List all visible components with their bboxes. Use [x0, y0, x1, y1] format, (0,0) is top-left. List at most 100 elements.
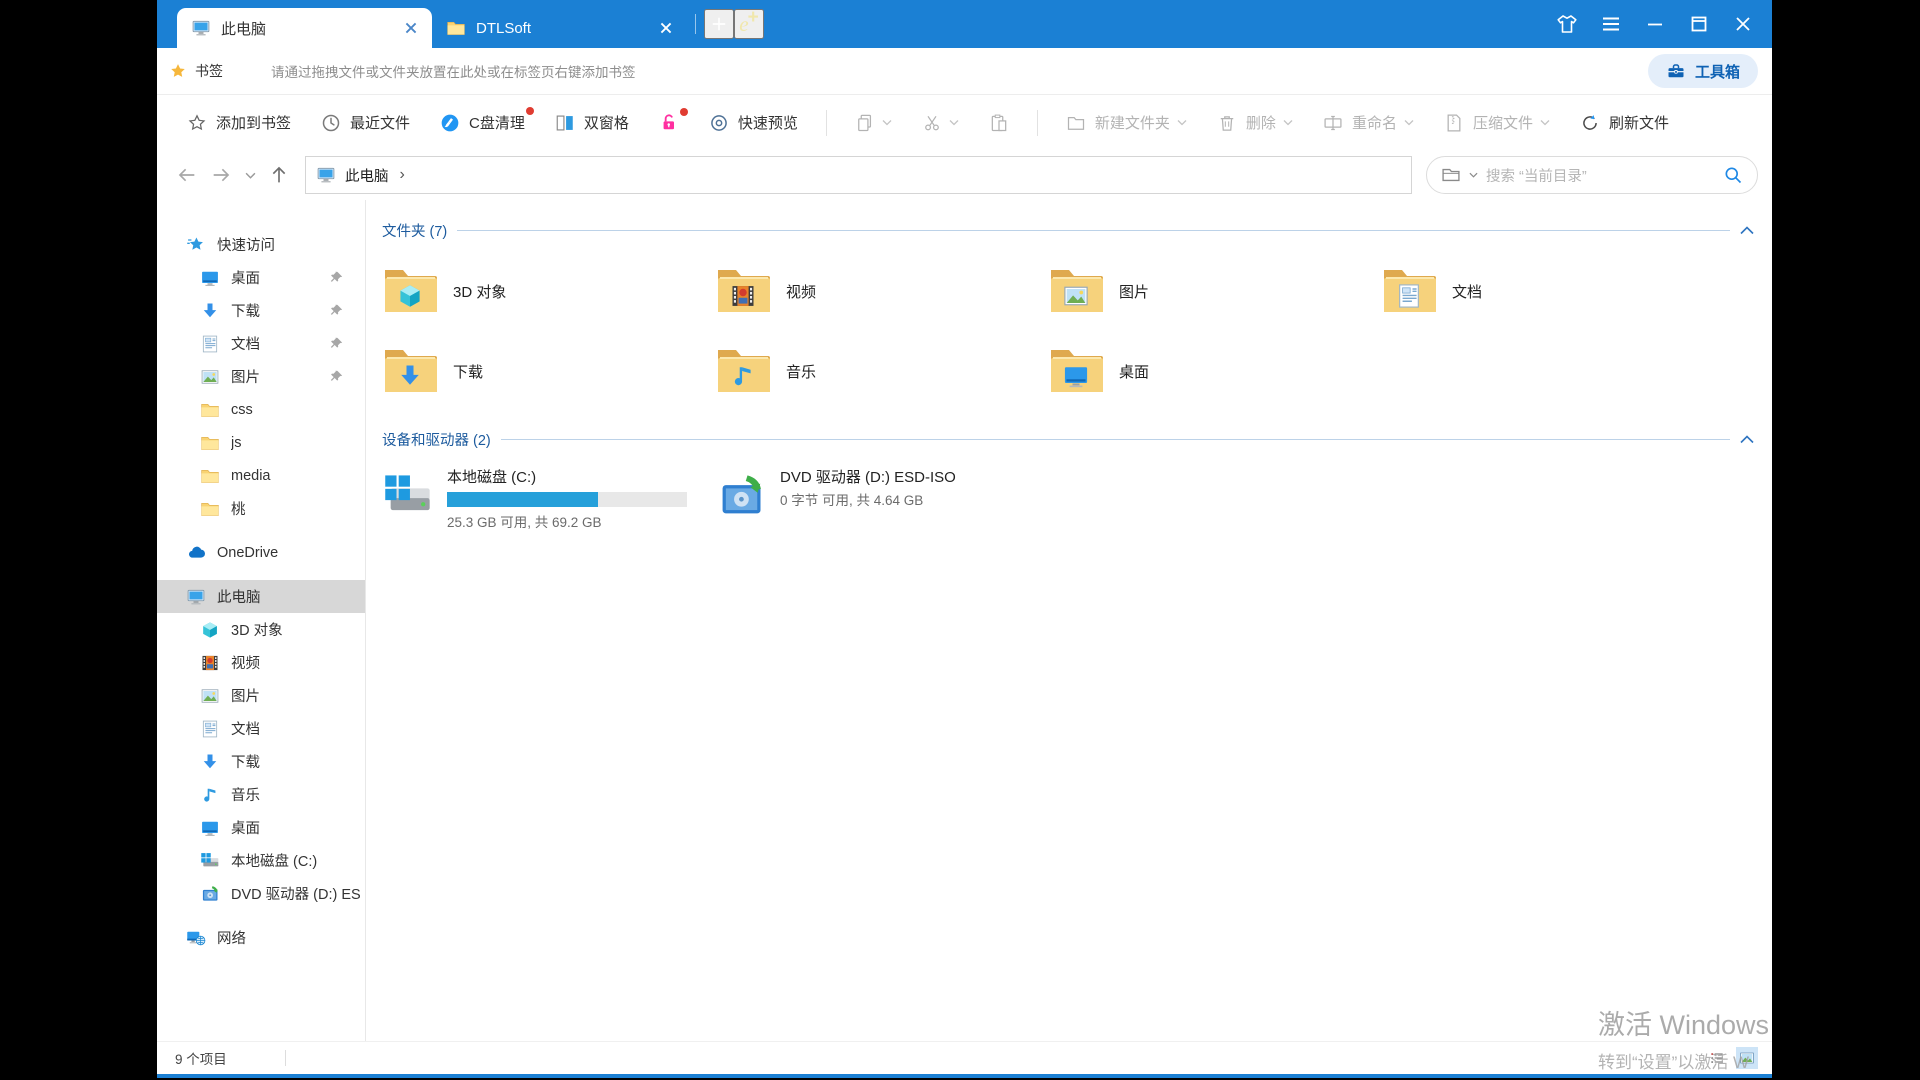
- maximize-button[interactable]: [1686, 11, 1712, 37]
- view-thumbnail-button[interactable]: [1736, 1047, 1758, 1069]
- sidebar-item-网络[interactable]: 网络: [157, 921, 365, 954]
- toolbar-separator: [1037, 110, 1038, 136]
- collapse-chevron-icon[interactable]: [1740, 435, 1754, 444]
- forward-button[interactable]: [207, 161, 235, 189]
- filter-folder-icon[interactable]: [1441, 165, 1461, 185]
- folder-tile-文档[interactable]: 文档: [1381, 251, 1701, 331]
- toolbar-button-rename[interactable]: 重命名: [1321, 108, 1416, 137]
- skin-button[interactable]: [1554, 11, 1580, 37]
- chevron-down-icon: [245, 172, 256, 179]
- toolbox-button[interactable]: 工具箱: [1648, 54, 1758, 88]
- folder-icon: [200, 400, 220, 420]
- sidebar-item-快速访问[interactable]: 快速访问: [157, 228, 365, 261]
- sidebar-item-css[interactable]: css: [157, 393, 365, 426]
- breadcrumb-chevron[interactable]: ›: [400, 166, 405, 184]
- device-tile-本地磁盘 (C:)[interactable]: 本地磁盘 (C:)25.3 GB 可用, 共 69.2 GB: [382, 464, 702, 556]
- sidebar-item-音乐[interactable]: 音乐: [157, 778, 365, 811]
- network-icon: [186, 928, 206, 948]
- chevron-down-icon[interactable]: [1469, 172, 1478, 178]
- lock-icon: [659, 113, 679, 133]
- computer-icon: [186, 587, 206, 607]
- new-tab-button[interactable]: [704, 9, 734, 39]
- close-icon: [1731, 12, 1755, 36]
- back-button[interactable]: [173, 161, 201, 189]
- sidebar-item-图片[interactable]: 图片: [157, 360, 365, 393]
- folder-tile-下载[interactable]: 下载: [382, 331, 702, 411]
- sidebar-item-文档[interactable]: 文档: [157, 327, 365, 360]
- minimize-button[interactable]: [1642, 11, 1668, 37]
- device-tile-DVD 驱动器 (D:) ESD-ISO[interactable]: DVD 驱动器 (D:) ESD-ISO0 字节 可用, 共 4.64 GB: [715, 464, 1035, 556]
- history-dropdown-button[interactable]: [241, 161, 259, 189]
- breadcrumb-location[interactable]: 此电脑: [345, 165, 389, 186]
- toolbar-button-paste[interactable]: [987, 109, 1011, 137]
- sidebar-item-桌面[interactable]: 桌面: [157, 261, 365, 294]
- sidebar-item-media[interactable]: media: [157, 459, 365, 492]
- sidebar-item-文档[interactable]: 文档: [157, 712, 365, 745]
- toolbar-button-new-folder[interactable]: 新建文件夹: [1064, 108, 1189, 137]
- tab-close-icon[interactable]: [655, 17, 677, 39]
- view-details-button[interactable]: [1706, 1047, 1728, 1069]
- sidebar-item-DVD 驱动器 (D:) ES[interactable]: DVD 驱动器 (D:) ES: [157, 877, 365, 910]
- sidebar-item-label: 网络: [217, 927, 246, 948]
- toolbar-button-refresh[interactable]: 刷新文件: [1578, 108, 1671, 137]
- tab-close-icon[interactable]: [400, 17, 422, 39]
- folder-tile-3D 对象[interactable]: 3D 对象: [382, 251, 702, 331]
- toolbar-button-quick-preview[interactable]: 快速预览: [707, 108, 800, 137]
- chevron-down-icon[interactable]: [882, 119, 892, 126]
- sidebar-item-视频[interactable]: 视频: [157, 646, 365, 679]
- toolbar-button-label: 重命名: [1352, 112, 1397, 133]
- chevron-down-icon[interactable]: [1177, 119, 1187, 126]
- search-icon[interactable]: [1723, 165, 1743, 185]
- sidebar-item-下载[interactable]: 下载: [157, 294, 365, 327]
- folder-tile-桌面[interactable]: 桌面: [1048, 331, 1368, 411]
- toolbar-button-compress[interactable]: 压缩文件: [1442, 108, 1552, 137]
- breadcrumb[interactable]: 此电脑 ›: [305, 156, 1412, 194]
- sidebar-item-label: 此电脑: [217, 586, 261, 607]
- folder-icon: [200, 499, 220, 519]
- close-button[interactable]: [1730, 11, 1756, 37]
- sidebar-item-label: 视频: [231, 652, 260, 673]
- sidebar-item-下载[interactable]: 下载: [157, 745, 365, 778]
- tab-inactive[interactable]: DTLSoft: [432, 8, 687, 48]
- folder-tile-图片[interactable]: 图片: [1048, 251, 1368, 331]
- toolbar-button-clock[interactable]: 最近文件: [319, 108, 412, 137]
- folder-icon: [200, 433, 220, 453]
- toolbar-button-dual-pane[interactable]: 双窗格: [553, 108, 631, 137]
- new-ie-tab-button[interactable]: e+: [734, 9, 764, 39]
- tab-active[interactable]: 此电脑: [177, 8, 432, 48]
- chevron-down-icon[interactable]: [1404, 119, 1414, 126]
- disk-clean-icon: [440, 113, 460, 133]
- toolbar-button-lock[interactable]: [657, 109, 681, 137]
- toolbar-button-cut[interactable]: [920, 109, 961, 137]
- up-button[interactable]: [265, 161, 293, 189]
- sidebar-item-图片[interactable]: 图片: [157, 679, 365, 712]
- folder-tile-音乐[interactable]: 音乐: [715, 331, 1035, 411]
- chevron-down-icon[interactable]: [949, 119, 959, 126]
- sidebar-item-OneDrive[interactable]: OneDrive: [157, 536, 365, 569]
- folder-icon: [1381, 266, 1439, 316]
- sidebar-item-本地磁盘 (C:)[interactable]: 本地磁盘 (C:): [157, 844, 365, 877]
- toolbar-button-copy[interactable]: [853, 109, 894, 137]
- sidebar-item-此电脑[interactable]: 此电脑: [157, 580, 365, 613]
- folder-tile-视频[interactable]: 视频: [715, 251, 1035, 331]
- menu-button[interactable]: [1598, 11, 1624, 37]
- toolbar-button-delete[interactable]: 删除: [1215, 108, 1295, 137]
- collapse-chevron-icon[interactable]: [1740, 226, 1754, 235]
- desktop-icon: [200, 818, 220, 838]
- picture-icon: [200, 686, 220, 706]
- chevron-down-icon[interactable]: [1283, 119, 1293, 126]
- device-title: DVD 驱动器 (D:) ESD-ISO: [780, 466, 956, 487]
- sidebar-item-桌面[interactable]: 桌面: [157, 811, 365, 844]
- new-folder-icon: [1066, 113, 1086, 133]
- chevron-down-icon[interactable]: [1540, 119, 1550, 126]
- toolbar-button-label: 最近文件: [350, 112, 410, 133]
- sidebar-item-3D 对象[interactable]: 3D 对象: [157, 613, 365, 646]
- search-input[interactable]: 搜索 “当前目录”: [1426, 156, 1758, 194]
- folder-tile-label: 桌面: [1119, 361, 1149, 382]
- toolbar-button-disk-clean[interactable]: C盘清理: [438, 108, 527, 137]
- star-filled-icon: [169, 62, 187, 80]
- sidebar-item-桃[interactable]: 桃: [157, 492, 365, 525]
- sidebar-item-js[interactable]: js: [157, 426, 365, 459]
- toolbar-button-star-outline[interactable]: 添加到书签: [185, 108, 293, 137]
- tab-strip: 此电脑DTLSoft: [157, 0, 687, 48]
